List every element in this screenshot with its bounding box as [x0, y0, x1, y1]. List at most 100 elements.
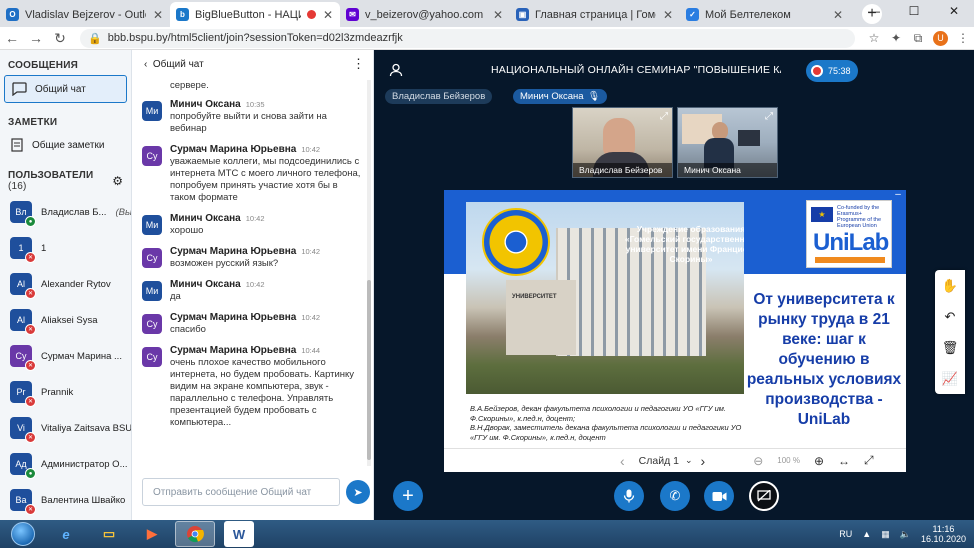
file-explorer-taskbar-icon[interactable]: ▭ [89, 521, 129, 547]
public-chat-item[interactable]: Общий чат [4, 75, 127, 103]
chrome-taskbar-icon[interactable] [175, 521, 215, 547]
message-author: Минич Оксана [170, 279, 241, 290]
user-list-item[interactable]: 1 ✕ 1 [0, 230, 131, 266]
browser-tab-yahoo[interactable]: ✉ v_beizerov@yahoo.com — Yaho ✕ [340, 2, 510, 27]
chat-message-input[interactable]: Отправить сообщение Общий чат [142, 478, 340, 506]
fit-to-width-button[interactable]: ↔ [838, 454, 850, 468]
avatar-initials: Ми [145, 286, 159, 296]
expand-video-icon[interactable]: ⤢ [660, 111, 668, 122]
language-indicator[interactable]: RU [839, 529, 852, 539]
profile-avatar[interactable]: U [933, 30, 948, 46]
user-list-item[interactable]: Al ✕ Alexander Rytov [0, 266, 131, 302]
close-window-button[interactable]: ✕ [934, 0, 974, 22]
tray-arrow-icon[interactable]: ▲ [862, 529, 871, 539]
network-icon[interactable]: ▦ [881, 529, 890, 540]
internet-explorer-taskbar-icon[interactable]: e [46, 521, 86, 547]
shared-notes-item[interactable]: Общие заметки [4, 132, 127, 158]
message-text: возможен русский язык? [170, 258, 279, 269]
chat-scrollbar[interactable] [367, 80, 371, 466]
clock[interactable]: 11:16 16.10.2020 [921, 524, 966, 544]
user-list-item[interactable]: Vi ✕ Vitaliya Zaitsava BSU [0, 410, 131, 446]
actions-button[interactable]: + [393, 481, 423, 511]
presentation-slide[interactable]: – УНИВЕРСИТЕТ Учреждение образования «Го… [444, 190, 906, 471]
message-text: попробуйте выйти и снова зайти на вебина… [170, 111, 327, 134]
avatar-initials: Су [15, 351, 27, 361]
next-slide-button[interactable]: › [701, 453, 706, 469]
fullscreen-button[interactable]: ⤢ [864, 453, 874, 468]
user-list-item[interactable]: Al ✕ Aliaksei Sysa [0, 302, 131, 338]
address-bar[interactable]: 🔒 bbb.bspu.by/html5client/join?sessionTo… [80, 28, 855, 48]
user-icon[interactable] [389, 63, 403, 77]
talker-name: Владислав Бейзеров [392, 91, 486, 102]
pan-hand-tool[interactable]: ✋ [935, 270, 965, 301]
media-player-taskbar-icon[interactable]: ▶ [132, 521, 172, 547]
minimize-presentation-button[interactable]: – [890, 190, 906, 203]
address-text: bbb.bspu.by/html5client/join?sessionToke… [107, 32, 403, 44]
user-list-item[interactable]: Pr ✕ Prannik [0, 374, 131, 410]
microphone-muted-icon: ✕ [25, 396, 36, 407]
forward-icon[interactable]: → [24, 30, 48, 46]
previous-slide-button[interactable]: ‹ [620, 453, 625, 469]
microphone-icon [623, 489, 635, 503]
minimize-button[interactable]: — [854, 0, 894, 22]
avatar-initials: Ва [15, 495, 27, 505]
browser-tab-bigbluebutton[interactable]: b BigBlueButton - НАЦИОНА ✕ [170, 2, 340, 27]
leave-audio-button[interactable]: ✆ [660, 481, 690, 511]
webcam-video[interactable]: ⤢ Минич Оксана [677, 107, 778, 178]
extensions-puzzle-icon[interactable]: ⧉ [907, 31, 929, 46]
slide-selector[interactable]: Слайд 1 [639, 455, 679, 467]
extension-icon[interactable]: ✦ [885, 31, 907, 45]
browser-tab-outlook[interactable]: O Vladislav Bejzerov - Outlook We ✕ [0, 2, 170, 27]
message-time: 10:42 [245, 280, 265, 289]
avatar-initials: Вл [15, 207, 27, 217]
volume-icon[interactable]: 🔈 [900, 529, 911, 540]
avatar: Су [142, 248, 162, 268]
gear-icon[interactable]: ⚙ [112, 174, 123, 188]
user-list-item[interactable]: Ва ✕ Валентина Швайко [0, 482, 131, 518]
message-author: Минич Оксана [170, 213, 241, 224]
expand-video-icon[interactable]: ⤢ [765, 111, 773, 122]
hide-chat-button[interactable]: ‹ Общий чат [144, 59, 204, 70]
close-tab-icon[interactable]: ✕ [662, 8, 674, 22]
zoom-out-button[interactable]: ⊖ [753, 454, 763, 468]
messages-section-title: СООБЩЕНИЯ [8, 60, 78, 71]
multi-user-whiteboard-button[interactable]: 📈 [935, 363, 965, 394]
microphone-muted-icon: ✕ [25, 504, 36, 515]
user-list-item[interactable]: Ад ● Администратор О... [0, 446, 131, 482]
word-taskbar-icon[interactable]: W [224, 521, 254, 547]
star-icon[interactable]: ☆ [863, 31, 885, 45]
mute-button[interactable] [614, 481, 644, 511]
share-webcam-button[interactable] [704, 481, 734, 511]
webcam-video[interactable]: ⤢ Владислав Бейзеров [572, 107, 673, 178]
chat-options-icon[interactable]: ⋮ [352, 56, 365, 72]
avatar: Vi ✕ [10, 417, 36, 443]
user-list-item[interactable]: Вл● Владислав Б... (Вы) [0, 194, 131, 230]
chevron-down-icon: ⌄ [684, 455, 693, 465]
close-tab-icon[interactable]: ✕ [322, 8, 334, 22]
user-list-item[interactable]: Су ✕ Сурмач Марина ... [0, 338, 131, 374]
maximize-button[interactable]: ☐ [894, 0, 934, 22]
close-tab-icon[interactable]: ✕ [152, 8, 164, 22]
windows-taskbar: e ▭ ▶ W RU ▲ ▦ 🔈 11:16 16.10.2020 [0, 520, 974, 548]
browser-tab-beltelecom[interactable]: ✓ Мой Белтелеком ✕ [680, 2, 850, 27]
slide-headline: От университета к рынку труда в 21 веке:… [746, 291, 902, 428]
avatar-initials: Pr [16, 387, 26, 397]
chat-message-list[interactable]: сервере. Ми Минич Оксана 10:35 попробуйте в… [132, 78, 368, 468]
clear-annotations-button[interactable]: 🗑 [935, 332, 965, 363]
close-tab-icon[interactable]: ✕ [492, 8, 504, 22]
outlook-icon: O [6, 8, 19, 21]
back-icon[interactable]: ← [0, 30, 24, 46]
undo-button[interactable]: ↶ [935, 301, 965, 332]
reload-icon[interactable]: ↻ [48, 30, 72, 47]
start-button[interactable] [0, 520, 46, 548]
building-sign: УНИВЕРСИТЕТ [512, 294, 557, 300]
close-tab-icon[interactable]: ✕ [832, 8, 844, 22]
chat-scrollbar-thumb[interactable] [367, 280, 371, 460]
recording-timer[interactable]: 75:38 [806, 60, 858, 82]
browser-menu-icon[interactable]: ⋮ [952, 31, 974, 45]
zoom-in-button[interactable]: ⊕ [814, 454, 824, 468]
browser-tab-gsu[interactable]: ▣ Главная страница | Гомельский ✕ [510, 2, 680, 27]
send-message-button[interactable]: ➤ [346, 480, 370, 504]
share-screen-button[interactable] [749, 481, 779, 511]
chat-message-fragment: сервере. [170, 80, 209, 91]
